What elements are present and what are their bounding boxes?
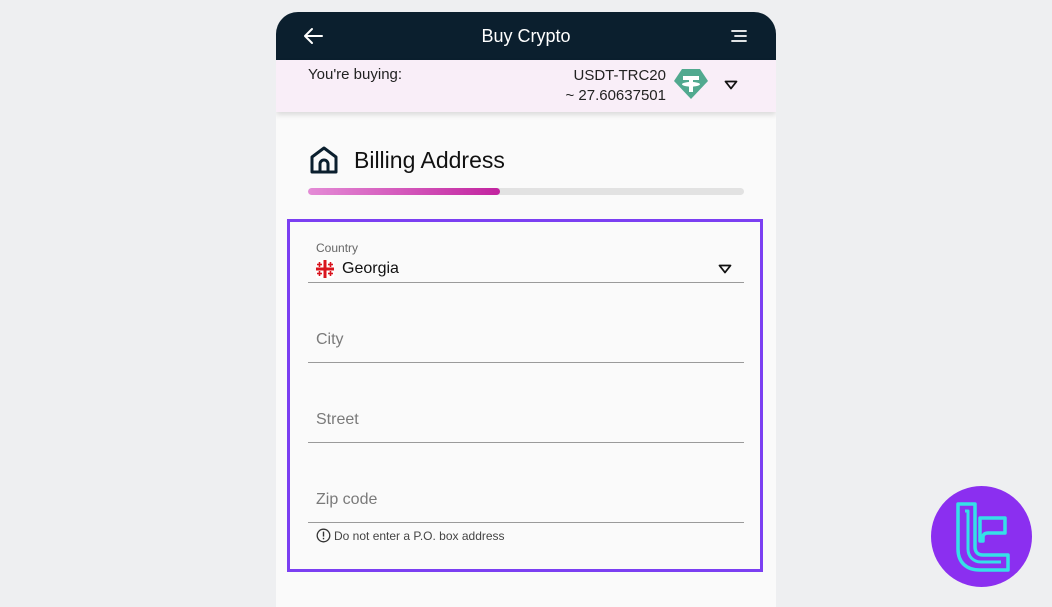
chevron-down-icon[interactable] [718, 264, 732, 274]
chevron-down-icon[interactable] [724, 80, 738, 90]
zip-hint: Do not enter a P.O. box address [316, 528, 505, 543]
home-icon [310, 146, 338, 174]
city-field-wrapper [308, 318, 744, 363]
georgia-flag-icon [316, 260, 334, 278]
city-input[interactable] [308, 318, 744, 362]
progress-bar [308, 188, 744, 195]
watermark-logo-icon [931, 486, 1032, 587]
asset-amount: ~ 27.60637501 [565, 87, 666, 104]
zip-code-input[interactable] [308, 478, 744, 522]
info-icon [316, 528, 331, 543]
arrow-left-icon[interactable] [302, 26, 324, 46]
country-value-row: Georgia [316, 260, 399, 278]
billing-section-header: Billing Address [308, 144, 505, 176]
zip-hint-text: Do not enter a P.O. box address [334, 528, 505, 543]
app-header: Buy Crypto [276, 12, 776, 60]
menu-lines-icon[interactable] [730, 28, 748, 44]
country-value: Georgia [342, 260, 399, 277]
country-label: Country [316, 241, 359, 255]
zip-field-wrapper [308, 478, 744, 523]
buying-summary: You're buying: USDT-TRC20 ~ 27.60637501 [276, 60, 776, 112]
progress-fill [308, 188, 500, 195]
street-input[interactable] [308, 398, 744, 442]
asset-name: USDT-TRC20 [573, 67, 666, 84]
street-field-wrapper [308, 398, 744, 443]
buying-label: You're buying: [308, 66, 403, 83]
country-select[interactable]: Country Georgia [308, 240, 744, 283]
page-title: Buy Crypto [481, 25, 571, 46]
tether-icon [674, 69, 708, 99]
section-title: Billing Address [354, 146, 505, 173]
asset-info: USDT-TRC20 ~ 27.60637501 [565, 66, 666, 106]
